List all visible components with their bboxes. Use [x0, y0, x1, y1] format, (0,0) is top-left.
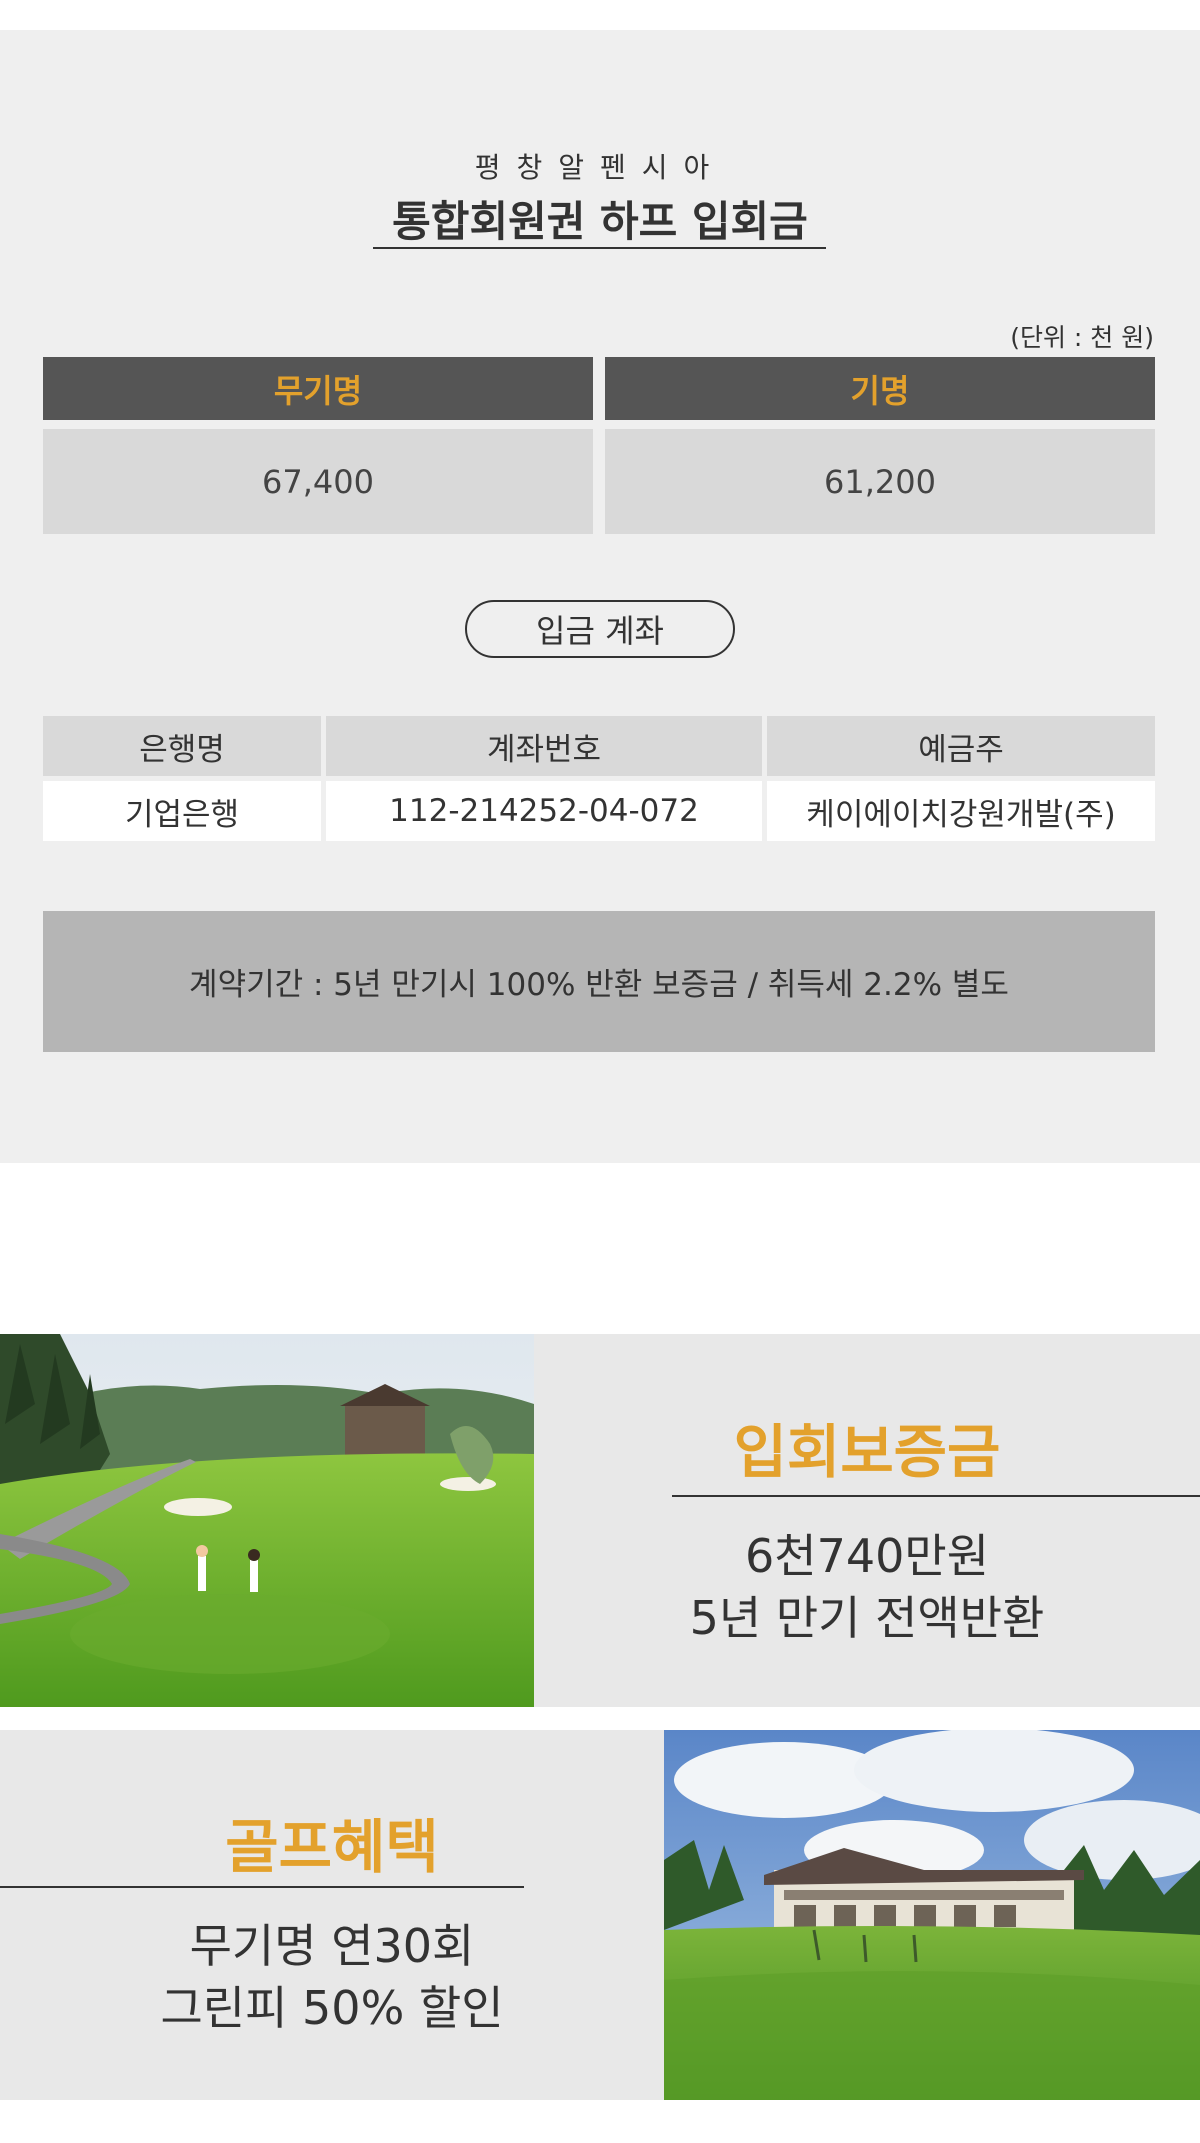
unit-label: (단위 : 천 원) — [1010, 323, 1154, 352]
golf-benefit-title: 골프혜택 — [225, 1813, 439, 1881]
price-header-named: 기명 — [605, 357, 1155, 420]
account-bank: 기업은행 — [43, 781, 321, 841]
account-header-holder: 예금주 — [767, 716, 1155, 776]
price-value-anonymous: 67,400 — [43, 429, 593, 534]
deposit-info-box — [534, 1334, 1200, 1707]
account-holder: 케이에이치강원개발(주) — [767, 781, 1155, 841]
deposit-title: 입회보증금 — [733, 1418, 1001, 1486]
account-header-number: 계좌번호 — [326, 716, 762, 776]
deposit-amount: 6천740만원 — [744, 1529, 990, 1583]
deposit-return: 5년 만기 전액반환 — [689, 1591, 1045, 1645]
resort-subtitle: 평창알펜시아 — [474, 151, 726, 184]
title-underline — [373, 247, 826, 249]
golf-benefit-divider — [0, 1886, 524, 1888]
golf-benefit-discount: 그린피 50% 할인 — [160, 1981, 504, 2035]
price-value-named: 61,200 — [605, 429, 1155, 534]
deposit-account-badge: 입금 계좌 — [465, 600, 735, 658]
account-header-bank: 은행명 — [43, 716, 321, 776]
price-header-anonymous: 무기명 — [43, 357, 593, 420]
clubhouse-photo — [664, 1730, 1200, 2100]
deposit-divider — [672, 1495, 1200, 1497]
account-number: 112-214252-04-072 — [326, 781, 762, 841]
golf-course-photo — [0, 1334, 534, 1707]
golf-benefit-rounds: 무기명 연30회 — [189, 1919, 475, 1973]
page-title: 통합회원권 하프 입회금 — [392, 197, 808, 246]
contract-notice: 계약기간 : 5년 만기시 100% 반환 보증금 / 취득세 2.2% 별도 — [43, 911, 1155, 1052]
